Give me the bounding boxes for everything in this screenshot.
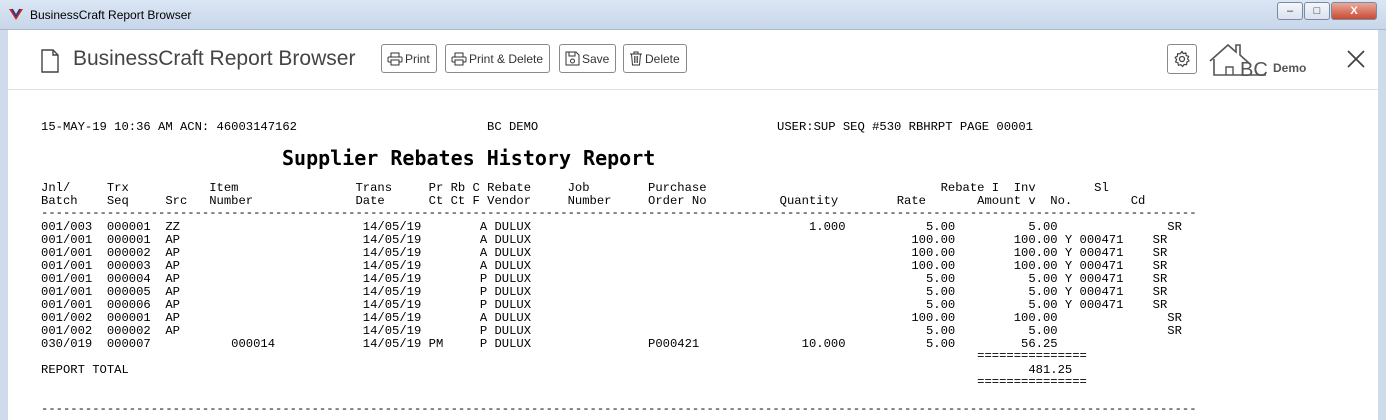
window-frame-left [0, 30, 8, 420]
maximize-button[interactable]: □ [1304, 2, 1330, 20]
minimize-button[interactable]: ‒ [1277, 2, 1303, 20]
page-title: BusinessCraft Report Browser [73, 47, 356, 70]
report-header-left: 15-MAY-19 10:36 AM ACN: 46003147162 [41, 120, 297, 134]
report-document: 15-MAY-19 10:36 AM ACN: 46003147162 BC D… [41, 0, 1197, 416]
report-header-center: BC DEMO [487, 120, 539, 134]
print-label: Print [405, 51, 430, 66]
logo-letters: BC [1240, 59, 1268, 79]
print-delete-button[interactable]: Print & Delete [445, 44, 551, 73]
trash-icon [630, 51, 642, 66]
total-rule-top: =============== [41, 349, 1087, 363]
save-button[interactable]: Save [559, 44, 617, 73]
logo-demo-label: Demo [1273, 61, 1307, 75]
window-close-icon: X [1350, 5, 1358, 17]
toolbar: BusinessCraft Report Browser Print Print… [8, 31, 1378, 90]
close-icon[interactable] [1344, 47, 1368, 71]
window-titlebar: BusinessCraft Report Browser ‒ □ X [0, 0, 1386, 30]
print-button[interactable]: Print [381, 44, 437, 73]
report-title: Supplier Rebates History Report [282, 146, 656, 170]
footer-rule: ----------------------------------------… [41, 402, 1197, 416]
save-label: Save [582, 51, 610, 66]
gear-icon [1174, 50, 1190, 68]
window-frame-right [1378, 30, 1386, 420]
total-rule-bottom: =============== [41, 375, 1087, 389]
printer-icon [451, 52, 467, 65]
app-logo-icon [9, 8, 23, 20]
delete-button[interactable]: Delete [623, 44, 687, 73]
delete-label: Delete [645, 51, 680, 66]
save-icon [565, 51, 580, 66]
maximize-icon: □ [1313, 5, 1321, 17]
settings-button[interactable] [1167, 44, 1197, 74]
bc-logo: BC [1209, 43, 1268, 79]
minimize-icon: ‒ [1286, 5, 1294, 17]
window-close-button[interactable]: X [1331, 2, 1377, 20]
printer-icon [387, 52, 403, 65]
report-header-right: USER:SUP SEQ #530 RBHRPT PAGE 00001 [777, 120, 1033, 134]
print-delete-label: Print & Delete [469, 51, 544, 66]
header-rule: ----------------------------------------… [41, 206, 1197, 220]
